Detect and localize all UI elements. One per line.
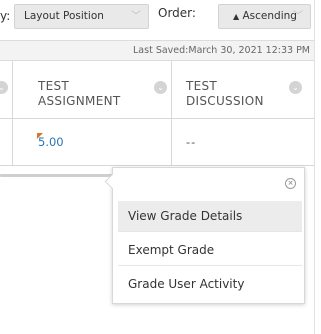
column-menu-icon[interactable]: ⌄ bbox=[154, 81, 167, 94]
column-divider bbox=[171, 61, 172, 118]
horizontal-scrollbar[interactable] bbox=[0, 174, 118, 177]
column-divider bbox=[12, 119, 13, 165]
menu-item-view-grade-details[interactable]: View Grade Details bbox=[118, 201, 302, 232]
menu-item-exempt-grade[interactable]: Exempt Grade bbox=[118, 235, 302, 266]
column-header-test-discussion[interactable]: TEST DISCUSSION bbox=[186, 79, 286, 109]
order-label: Order: bbox=[158, 6, 196, 20]
order-value: Ascending bbox=[242, 10, 297, 22]
grade-cell-test-discussion[interactable]: -- bbox=[186, 135, 196, 149]
status-bar: Last Saved:March 30, 2021 12:33 PM bbox=[0, 40, 314, 61]
chevron-down-icon: ﹀ bbox=[293, 11, 303, 22]
grade-grid-header: ⌄ TEST ASSIGNMENT ⌄ TEST DISCUSSION ⌄ bbox=[0, 61, 314, 119]
column-menu-icon[interactable]: ⌄ bbox=[0, 81, 8, 94]
table-row: 5.00 -- bbox=[0, 119, 314, 166]
order-select[interactable]: ▲ Ascending ﹀ bbox=[218, 4, 311, 29]
menu-item-grade-user-activity[interactable]: Grade User Activity bbox=[118, 269, 302, 300]
sort-by-value: Layout Position bbox=[24, 10, 104, 22]
ascending-arrow-icon: ▲ bbox=[233, 12, 240, 21]
column-header-test-assignment[interactable]: TEST ASSIGNMENT bbox=[38, 79, 148, 109]
grade-context-menu: × View Grade Details Exempt Grade Grade … bbox=[104, 167, 305, 304]
chevron-down-icon: ﹀ bbox=[131, 11, 141, 22]
column-divider bbox=[12, 61, 13, 118]
page-edge-divider bbox=[314, 0, 315, 334]
grade-cell-test-assignment[interactable]: 5.00 bbox=[38, 135, 64, 149]
close-icon[interactable]: × bbox=[285, 178, 296, 189]
column-menu-icon[interactable]: ⌄ bbox=[289, 81, 302, 94]
sort-by-label: y: bbox=[0, 9, 11, 23]
column-divider bbox=[171, 119, 172, 165]
sort-by-select[interactable]: Layout Position ﹀ bbox=[14, 4, 149, 29]
last-saved-text: Last Saved:March 30, 2021 12:33 PM bbox=[133, 45, 310, 56]
